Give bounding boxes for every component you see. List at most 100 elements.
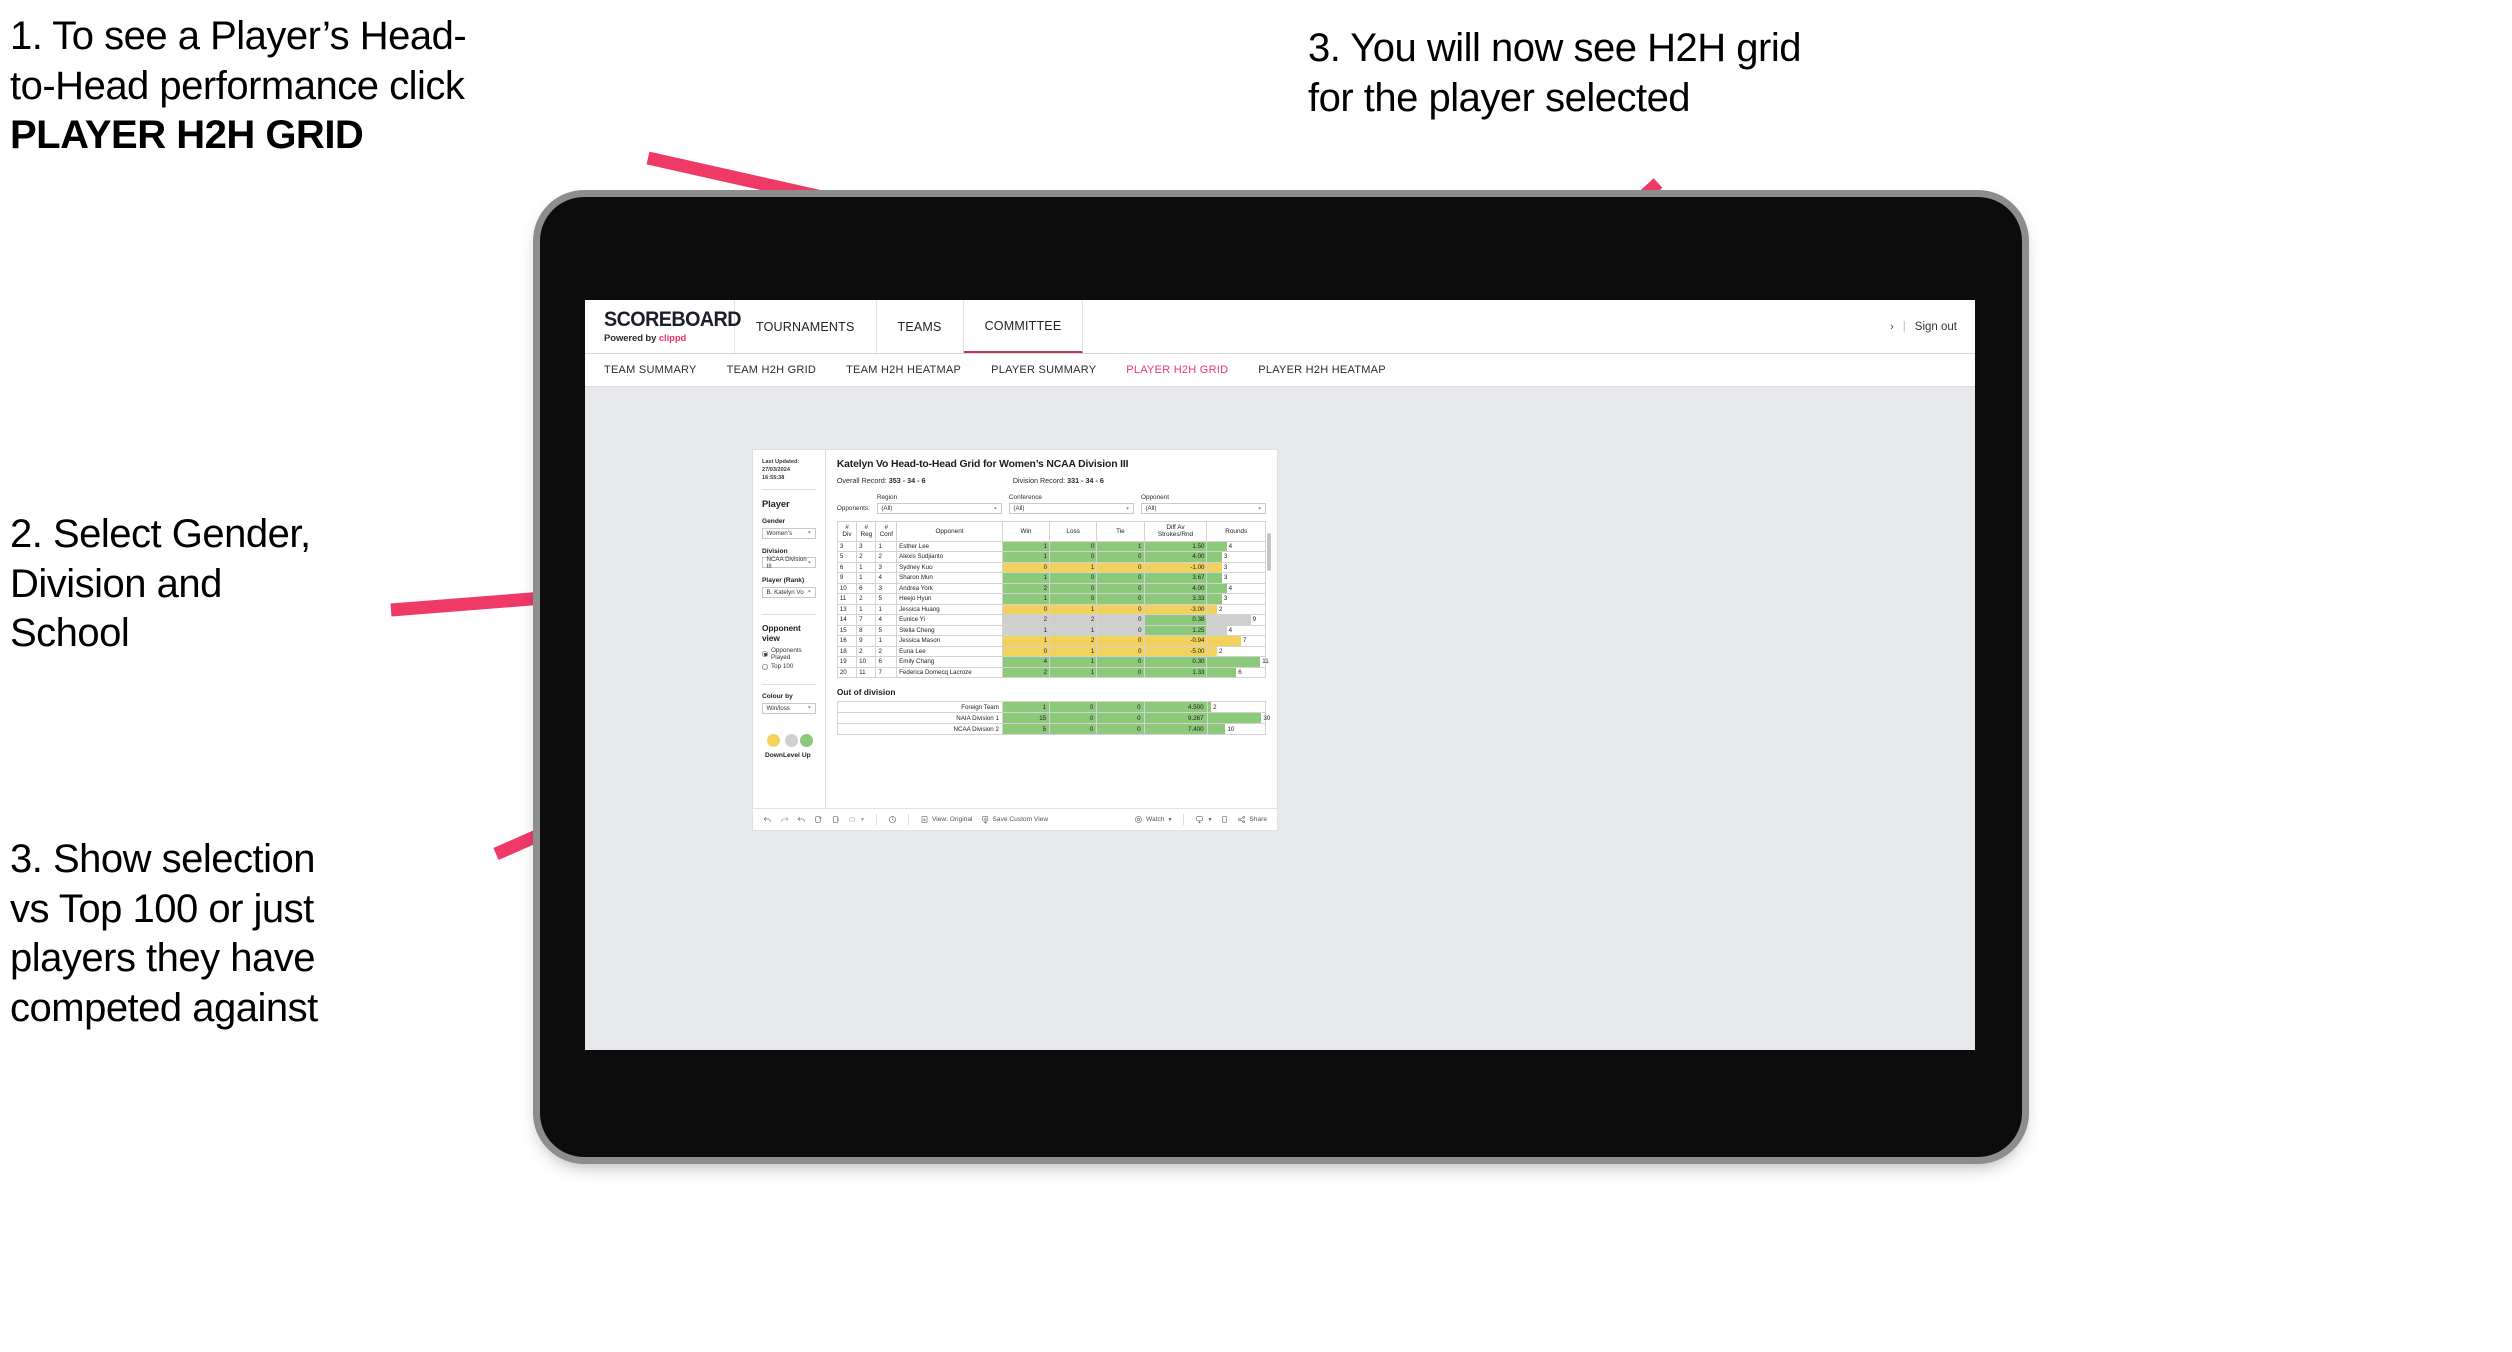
cell-ood-rounds: 30 <box>1206 712 1270 725</box>
select-division[interactable]: NCAA Division III ▼ <box>762 556 816 570</box>
subnav-item-player-h2h-grid[interactable]: PLAYER H2H GRID <box>1126 364 1228 376</box>
view-original-button[interactable]: View: Original <box>920 815 973 824</box>
save-custom-view-button[interactable]: Save Custom View <box>981 815 1048 824</box>
cell-ood-win: 15 <box>1001 712 1051 725</box>
chevron-right-icon[interactable]: › <box>1890 321 1894 333</box>
subnav-item-team-summary[interactable]: TEAM SUMMARY <box>604 364 697 376</box>
subnav-item-team-h2h-grid[interactable]: TEAM H2H GRID <box>727 364 816 376</box>
cell-div: 9 <box>836 572 858 584</box>
cell-win: 2 <box>1001 614 1051 626</box>
select-colour-by[interactable]: Win/loss ▼ <box>762 702 816 714</box>
col-div[interactable]: # Div <box>836 521 858 542</box>
label-colour-by: Colour by <box>762 693 793 701</box>
cell-opponent: Federica Domecq Lacroze <box>896 666 1003 679</box>
col-reg-l1: # <box>864 524 869 531</box>
table-row[interactable]: NCAA Division 2 5 0 0 7.400 10 <box>836 723 1267 736</box>
cell-div: 18 <box>836 645 858 658</box>
subnav-item-player-summary[interactable]: PLAYER SUMMARY <box>991 364 1096 376</box>
legend-item-down: Down <box>765 733 783 759</box>
subnav-item-team-h2h-heatmap[interactable]: TEAM H2H HEATMAP <box>846 364 961 376</box>
h2h-table-body: 3 3 1 Esther Lee 1 0 1 1.50 4 5 2 2 Alexis Sudjianto… <box>836 540 1269 679</box>
page-title: Katelyn Vo Head-to-Head Grid for Women’s… <box>836 459 1129 470</box>
layout-icon[interactable]: ▼ <box>848 815 865 824</box>
chevron-down-icon: ▼ <box>1125 506 1130 511</box>
legend-label-up: Up <box>801 751 811 759</box>
col-rounds[interactable]: Rounds <box>1206 521 1267 542</box>
undo-icon[interactable] <box>763 815 772 824</box>
cell-win: 0 <box>1001 603 1051 616</box>
select-region-value: (All) <box>881 505 893 512</box>
cell-diff-av-strokes: 1.25 <box>1143 624 1208 637</box>
cell-tie: 0 <box>1096 593 1145 605</box>
select-opponent[interactable]: (All) ▼ <box>1140 503 1267 514</box>
col-opponent[interactable]: Opponent <box>896 521 1003 542</box>
refresh-icon[interactable] <box>814 815 823 824</box>
col-tie[interactable]: Tie <box>1096 521 1145 542</box>
col-loss[interactable]: Loss <box>1049 521 1098 542</box>
divider <box>762 684 816 686</box>
sidebar-heading-player: Player <box>762 498 790 510</box>
redo-icon[interactable] <box>780 815 789 824</box>
cell-rounds: 3 <box>1206 551 1267 563</box>
col-win[interactable]: Win <box>1001 521 1051 542</box>
table-row[interactable]: 19 10 6 Emily Chang 4 1 0 0.30 11 <box>836 656 1269 668</box>
table-row[interactable]: 13 1 1 Jessica Huang 0 1 0 -3.00 2 <box>836 603 1267 616</box>
cell-diff-av-strokes: 4.00 <box>1143 551 1208 563</box>
table-row[interactable]: 15 8 5 Stella Cheng 1 1 0 1.25 4 <box>836 624 1267 637</box>
table-scrollbar[interactable] <box>1267 533 1272 571</box>
cell-rounds: 4 <box>1206 582 1267 595</box>
cell-loss: 1 <box>1049 603 1098 616</box>
nav-tab-tournaments[interactable]: TOURNAMENTS <box>735 300 877 353</box>
annotation-step-1: 1. To see a Player’s Head- to-Head perfo… <box>10 12 770 161</box>
table-row[interactable]: 10 6 3 Andrea York 2 0 0 4.00 4 <box>836 582 1267 595</box>
annotation-4-line-1: 3. You will now see H2H grid <box>1308 26 1801 70</box>
annotation-1-line-1: 1. To see a Player’s Head- <box>10 14 467 58</box>
legend-dot-up-icon <box>799 733 813 747</box>
clock-icon[interactable] <box>888 815 897 824</box>
radio-top-100[interactable]: Top 100 <box>762 663 816 670</box>
pause-icon[interactable] <box>831 815 840 824</box>
radio-opponents-played-label: Opponents Played <box>771 646 802 661</box>
cell-rounds: 3 <box>1206 572 1267 584</box>
watch-button[interactable]: Watch ▼ <box>1134 815 1172 824</box>
table-row[interactable]: 18 2 2 Euna Lee 0 1 0 -5.00 2 <box>836 645 1267 658</box>
sign-out-link[interactable]: Sign out <box>1915 321 1957 333</box>
filters-sidebar: Last Updated: 27/03/2024 16:55:38 Player… <box>753 450 826 808</box>
logo-sub-brand: clippd <box>658 333 687 344</box>
select-conference[interactable]: (All) ▼ <box>1008 503 1134 514</box>
table-row[interactable]: 16 9 1 Jessica Mason 1 2 0 -0.94 7 <box>836 635 1267 647</box>
table-row[interactable]: 3 3 1 Esther Lee 1 0 1 1.50 4 <box>836 540 1267 553</box>
revert-icon[interactable] <box>797 815 806 824</box>
table-row[interactable]: 5 2 2 Alexis Sudjianto 1 0 0 4.00 3 <box>836 551 1267 563</box>
select-region[interactable]: (All) ▼ <box>876 503 1002 514</box>
select-gender[interactable]: Women’s ▼ <box>762 527 816 539</box>
cell-reg: 9 <box>856 635 877 647</box>
colour-legend: Down Level Up <box>762 733 816 759</box>
col-diff-av-strokes[interactable]: Diff Av Strokes/Rnd <box>1143 521 1208 542</box>
col-reg[interactable]: # Reg <box>856 521 877 542</box>
table-row[interactable]: Foreign Team 1 0 0 4.500 2 <box>836 701 1267 714</box>
nav-tab-committee[interactable]: COMMITTEE <box>963 300 1084 353</box>
watch-label: Watch <box>1146 816 1165 823</box>
subnav-item-player-h2h-heatmap[interactable]: PLAYER H2H HEATMAP <box>1258 364 1386 376</box>
radio-opponents-played[interactable]: Opponents Played <box>762 647 816 661</box>
table-row[interactable]: NAIA Division 1 15 0 0 9.267 30 <box>836 712 1270 725</box>
share-button[interactable]: Share <box>1237 815 1267 824</box>
download-icon[interactable]: ▼ <box>1195 815 1212 824</box>
select-player-rank[interactable]: B. Katelyn Vo ▼ <box>762 586 816 598</box>
table-row[interactable]: 6 1 3 Sydney Kuo 0 1 0 -1.00 3 <box>836 561 1267 574</box>
cell-div: 10 <box>836 582 858 595</box>
annotation-step-3: 3. Show selection vs Top 100 or just pla… <box>10 835 570 1033</box>
cell-diff-av-strokes: 0.38 <box>1143 614 1208 626</box>
table-row[interactable]: 20 11 7 Federica Domecq Lacroze 2 1 0 1.33 6 <box>836 666 1267 679</box>
table-row[interactable]: 14 7 4 Eunice Yi 2 2 0 0.38 9 <box>836 614 1267 626</box>
table-row[interactable]: 11 2 5 Heejo Hyun 1 0 0 3.33 3 <box>836 593 1267 605</box>
table-row[interactable]: 9 1 4 Sharon Mun 1 0 0 3.67 3 <box>836 572 1267 584</box>
cell-tie: 0 <box>1096 656 1145 668</box>
col-conf[interactable]: # Conf <box>875 521 898 542</box>
scoreboard-logo[interactable]: SCOREBOARD Powered by clippd <box>585 300 742 353</box>
cell-ood-rounds-value: 2 <box>1213 703 1217 711</box>
device-preview-icon[interactable] <box>1220 815 1229 824</box>
cell-div: 20 <box>836 666 858 679</box>
nav-tab-teams[interactable]: TEAMS <box>877 300 964 353</box>
